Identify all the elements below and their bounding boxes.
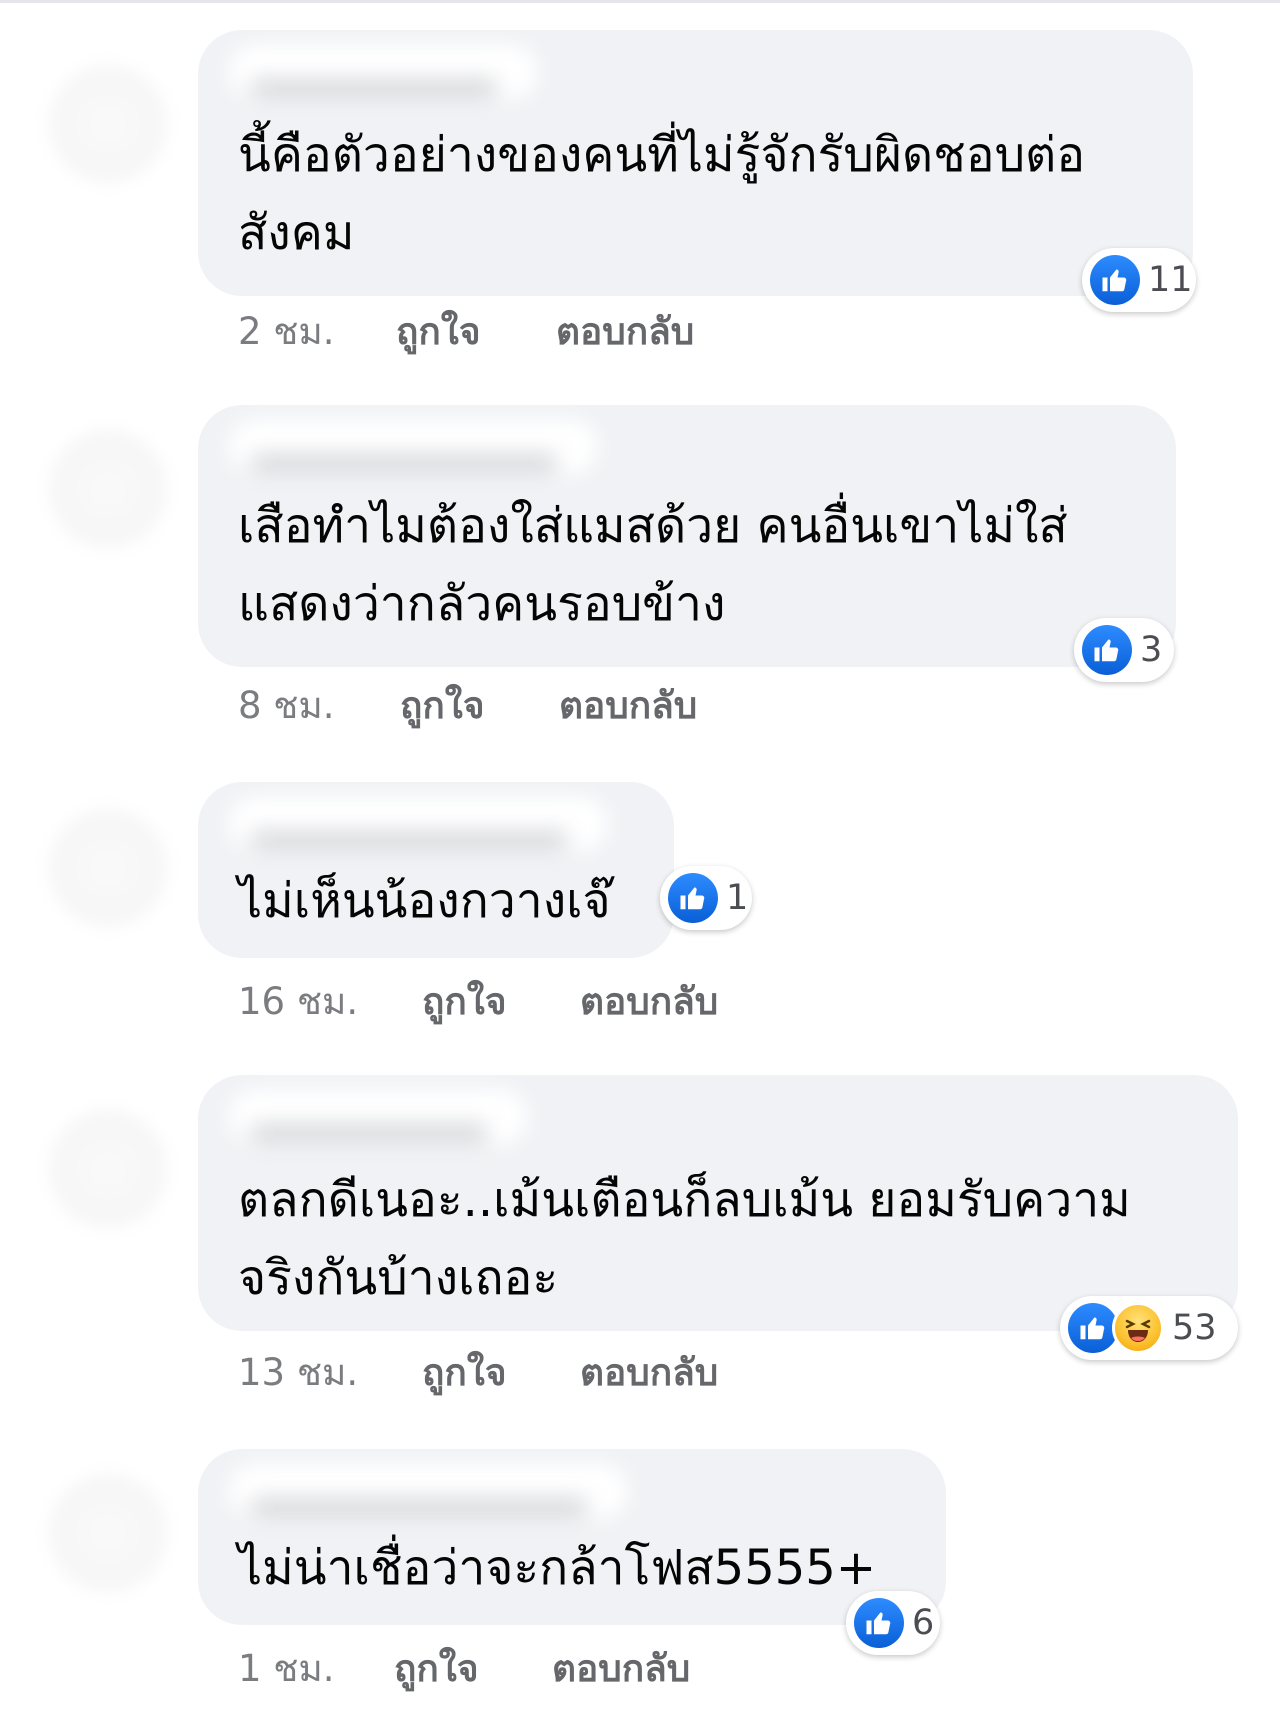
- commenter-name-redacted[interactable]: [228, 44, 538, 100]
- top-divider: [0, 0, 1280, 3]
- commenter-name-redacted[interactable]: [228, 1463, 628, 1519]
- reaction-summary[interactable]: 53: [1060, 1296, 1238, 1360]
- avatar[interactable]: [44, 1469, 172, 1597]
- reaction-count: 3: [1140, 630, 1163, 670]
- comment-text: ตลกดีเนอะ..เม้นเตือนก็ลบเม้น ยอมรับความ …: [238, 1172, 1131, 1306]
- like-icon: [854, 1598, 904, 1648]
- reply-link[interactable]: ตอบกลับ: [580, 1343, 718, 1402]
- reaction-count: 6: [912, 1603, 935, 1643]
- reaction-summary[interactable]: 11: [1082, 248, 1196, 312]
- reply-link[interactable]: ตอบกลับ: [556, 302, 694, 361]
- comment-bubble: ไม่น่าเชื่อว่าจะกล้าโฟส5555+: [198, 1449, 946, 1625]
- reply-link[interactable]: ตอบกลับ: [559, 676, 697, 735]
- like-icon: [1090, 255, 1140, 305]
- reaction-summary[interactable]: 6: [846, 1591, 940, 1655]
- commenter-name-redacted[interactable]: [228, 1089, 528, 1145]
- comment-bubble: ตลกดีเนอะ..เม้นเตือนก็ลบเม้น ยอมรับความ …: [198, 1075, 1238, 1331]
- reply-link[interactable]: ตอบกลับ: [580, 972, 718, 1031]
- comment-text: ไม่เห็นน้องกวางเจ๊: [238, 873, 611, 929]
- reaction-summary[interactable]: 1: [660, 866, 752, 930]
- avatar[interactable]: [44, 60, 172, 188]
- commenter-name-redacted[interactable]: [228, 796, 608, 852]
- like-icon: [668, 873, 718, 923]
- reaction-count: 53: [1172, 1308, 1217, 1348]
- comment-bubble: เสือทำไมต้องใส่แมสด้วย คนอื่นเขาไม่ใส่ แ…: [198, 405, 1176, 667]
- comment-text: ไม่น่าเชื่อว่าจะกล้าโฟส5555+: [238, 1540, 877, 1596]
- comment-timestamp[interactable]: 16 ชม.: [238, 972, 358, 1031]
- comment-text: เสือทำไมต้องใส่แมสด้วย คนอื่นเขาไม่ใส่ แ…: [238, 498, 1068, 632]
- like-icon: [1082, 625, 1132, 675]
- avatar[interactable]: [44, 1105, 172, 1233]
- like-icon: [1068, 1303, 1118, 1353]
- avatar[interactable]: [44, 804, 172, 932]
- reaction-count: 11: [1148, 260, 1193, 300]
- haha-icon: [1112, 1302, 1164, 1354]
- reply-link[interactable]: ตอบกลับ: [552, 1639, 690, 1698]
- avatar[interactable]: [44, 425, 172, 553]
- like-link[interactable]: ถูกใจ: [396, 302, 481, 361]
- comment-timestamp[interactable]: 13 ชม.: [238, 1343, 358, 1402]
- comment-bubble: ไม่เห็นน้องกวางเจ๊: [198, 782, 674, 958]
- commenter-name-redacted[interactable]: [228, 419, 598, 475]
- like-link[interactable]: ถูกใจ: [400, 676, 485, 735]
- comment-text: นี้คือตัวอย่างของคนที่ไม่รู้จักรับผิดชอบ…: [238, 127, 1086, 261]
- comment-bubble: นี้คือตัวอย่างของคนที่ไม่รู้จักรับผิดชอบ…: [198, 30, 1193, 296]
- like-link[interactable]: ถูกใจ: [422, 972, 507, 1031]
- comment-timestamp[interactable]: 2 ชม.: [238, 302, 335, 361]
- like-link[interactable]: ถูกใจ: [394, 1639, 479, 1698]
- comment-timestamp[interactable]: 8 ชม.: [238, 676, 335, 735]
- reaction-count: 1: [726, 878, 749, 918]
- comment-timestamp[interactable]: 1 ชม.: [238, 1639, 335, 1698]
- like-link[interactable]: ถูกใจ: [422, 1343, 507, 1402]
- reaction-summary[interactable]: 3: [1074, 618, 1174, 682]
